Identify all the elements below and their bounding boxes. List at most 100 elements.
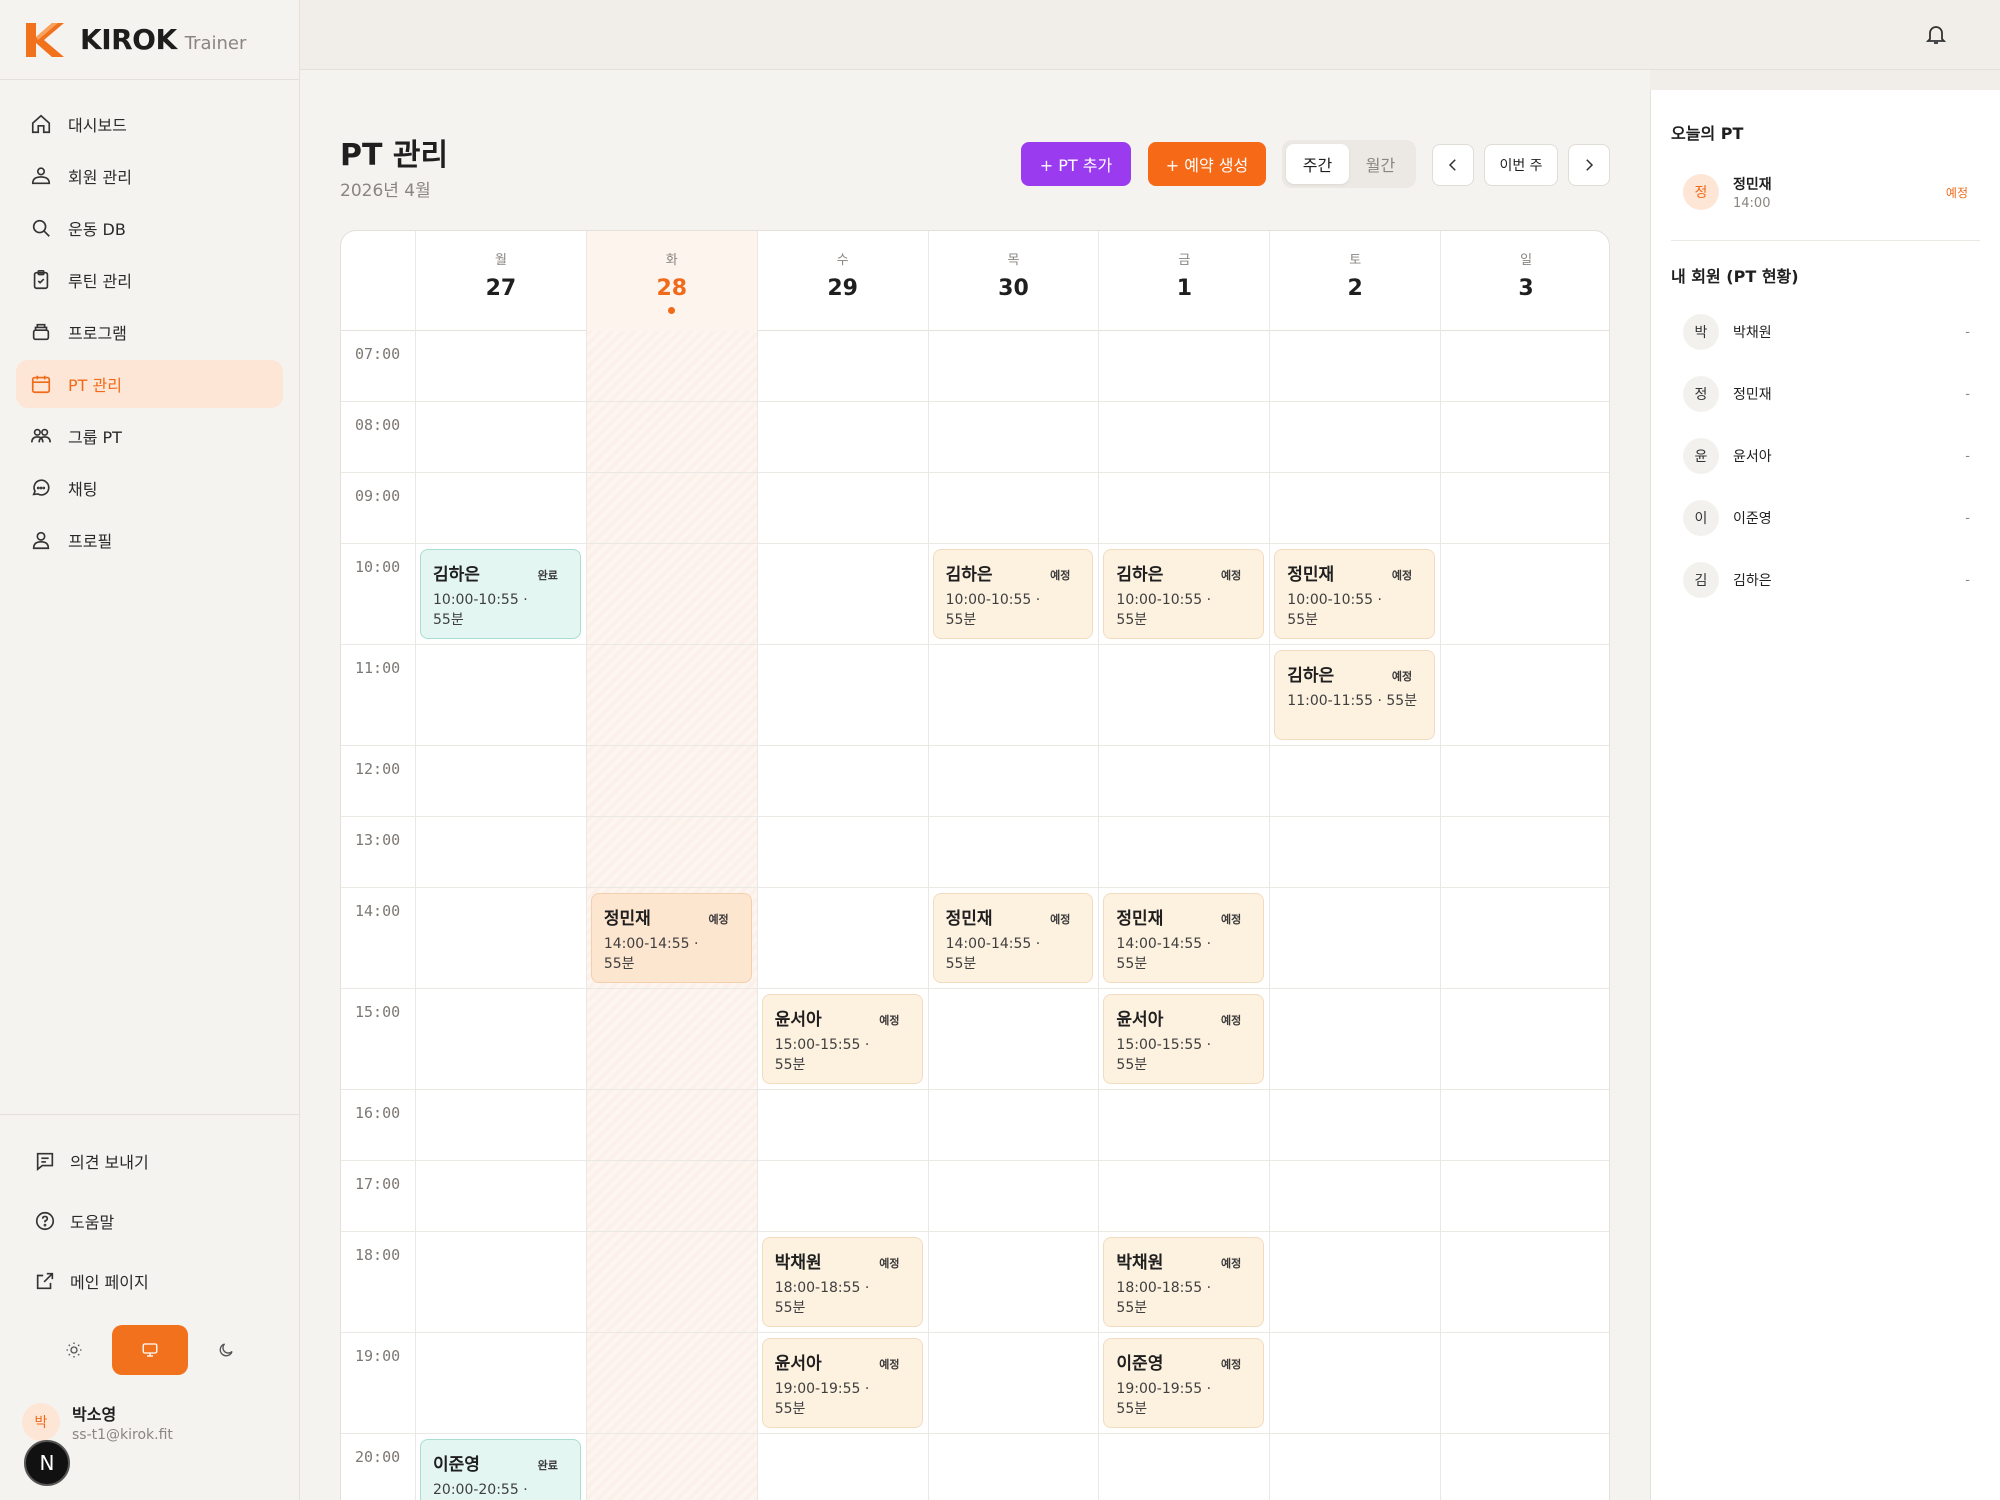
view-toggle: 주간 월간 [1282, 140, 1416, 188]
divider [1671, 240, 1980, 241]
home-icon [31, 114, 51, 134]
nav-item-routines[interactable]: 루틴 관리 [16, 256, 283, 304]
hour-label: 18:00 [355, 1246, 401, 1264]
group-icon [31, 428, 51, 443]
hour-label: 09:00 [355, 487, 401, 505]
member-list-item[interactable]: 김 김하은 - [1671, 549, 1980, 611]
pt-session-card[interactable]: 정민재 예정 14:00-14:55 · 55분 [932, 893, 1094, 983]
chat-icon [32, 479, 50, 496]
tab-monthly[interactable]: 월간 [1349, 144, 1412, 184]
status-badge: 예정 [1391, 670, 1413, 683]
theme-system-button[interactable] [112, 1325, 188, 1375]
member-list-item[interactable]: 정 정민재 - [1671, 363, 1980, 425]
pt-session-card[interactable]: 박채원 예정 18:00-18:55 · 55분 [761, 1237, 923, 1327]
day-header[interactable]: 목 30 [927, 231, 1099, 331]
session-duration: 55분 [1116, 1401, 1148, 1417]
session-time-range: 10:00-10:55 · [945, 592, 1041, 608]
nav-item-group-pt[interactable]: 그룹 PT [16, 412, 283, 460]
nav-item-chat[interactable]: 채팅 [16, 464, 283, 512]
member-list-item[interactable]: 윤 윤서아 - [1671, 425, 1980, 487]
day-header[interactable]: 금 1 [1098, 231, 1269, 331]
search-icon [32, 219, 50, 237]
sidebar: KIROK Trainer 대시보드 회원 관리 운동 DB 루틴 관리 프로그… [0, 0, 300, 1500]
today-pt-name: 정민재 [1733, 176, 1772, 193]
hour-label: 16:00 [355, 1104, 401, 1122]
pt-session-card[interactable]: 이준영 완료 20:00-20:55 ·55분 [420, 1439, 581, 1500]
help-link[interactable]: 도움말 [22, 1191, 278, 1251]
session-duration: 55분 [774, 1300, 806, 1316]
day-number: 29 [827, 276, 858, 301]
hour-label: 10:00 [355, 558, 401, 576]
day-header[interactable]: 화 28 [585, 231, 757, 331]
feedback-link[interactable]: 의견 보내기 [22, 1131, 278, 1191]
day-header[interactable]: 수 29 [756, 231, 928, 331]
day-number: 28 [656, 276, 688, 301]
day-number: 3 [1518, 276, 1534, 301]
nav-item-programs[interactable]: 프로그램 [16, 308, 283, 356]
session-duration: 55분 [945, 956, 977, 972]
pt-session-card[interactable]: 김하은 예정 10:00-10:55 · 55분 [1103, 549, 1265, 639]
brand-logo[interactable]: KIROK Trainer [0, 0, 299, 80]
pt-session-card[interactable]: 김하은 예정 11:00-11:55 · 55분 [1274, 650, 1436, 740]
chevron-left-icon [1448, 159, 1456, 171]
right-panel: 오늘의 PT 정 정민재 14:00 예정 내 회원 (PT 현황) 박 박채원… [1650, 90, 2000, 1500]
main-page-link[interactable]: 메인 페이지 [22, 1251, 278, 1311]
pt-session-card[interactable]: 정민재 예정 14:00-14:55 · 55분 [590, 893, 752, 983]
pt-session-card[interactable]: 김하은 완료 10:00-10:55 · 55분 [420, 549, 581, 639]
day-header[interactable]: 일 3 [1440, 231, 1609, 331]
day-number: 2 [1347, 276, 1363, 301]
pt-session-card[interactable]: 정민재 예정 14:00-14:55 · 55분 [1103, 893, 1265, 983]
pt-session-card[interactable]: 윤서아 예정 15:00-15:55 · 55분 [1103, 994, 1265, 1084]
session-duration: 55분 [433, 612, 464, 628]
nav-item-profile[interactable]: 프로필 [16, 516, 283, 564]
tab-weekly[interactable]: 주간 [1286, 144, 1349, 184]
dev-tools-badge[interactable]: N [24, 1440, 70, 1486]
pt-session-card[interactable]: 윤서아 예정 19:00-19:55 · 55분 [761, 1338, 923, 1428]
pt-session-card[interactable]: 김하은 예정 10:00-10:55 · 55분 [932, 549, 1094, 639]
stack-icon [32, 323, 50, 341]
hour-row: 15:00 [341, 989, 1609, 1090]
hour-row: 17:00 [341, 1161, 1609, 1232]
hour-row: 07:00 [341, 331, 1609, 402]
pt-session-card[interactable]: 정민재 예정 10:00-10:55 · 55분 [1274, 549, 1436, 639]
day-header[interactable]: 월 27 [415, 231, 586, 331]
hour-label: 13:00 [355, 831, 401, 849]
pt-session-card[interactable]: 윤서아 예정 15:00-15:55 · 55분 [761, 994, 923, 1084]
session-time-range: 10:00-10:55 · [1287, 592, 1382, 608]
nav-item-pt[interactable]: PT 관리 [16, 360, 283, 408]
member-list-item[interactable]: 박 박채원 - [1671, 301, 1980, 363]
day-label: 수 [836, 253, 849, 268]
this-week-button[interactable]: 이번 주 [1484, 144, 1558, 186]
bell-icon[interactable] [1924, 22, 1948, 46]
member-list-item[interactable]: 이 이준영 - [1671, 487, 1980, 549]
session-time-range: 19:00-19:55 · [774, 1381, 870, 1397]
nav-label: 대시보드 [68, 116, 127, 135]
theme-light-button[interactable] [36, 1325, 112, 1375]
day-label: 월 [494, 253, 507, 268]
today-pt-title: 오늘의 PT [1671, 124, 1744, 143]
avatar: 박 [1683, 314, 1719, 350]
user-card[interactable]: 박 박소영 ss-t1@kirok.fit [22, 1401, 278, 1443]
status-badge: 예정 [1221, 1014, 1242, 1027]
session-time: 10:00-10:55 · 55분 [433, 590, 568, 630]
week-calendar: 월 27 화 28 수 29 목 30 금 1토 2일 3 07:00 08:00 09:0… [340, 230, 1610, 1500]
day-header[interactable]: 토 2 [1269, 231, 1440, 331]
create-booking-button[interactable]: + 예약 생성 [1148, 142, 1266, 186]
prev-week-button[interactable] [1432, 144, 1474, 186]
session-time: 19:00-19:55 · 55분 [775, 1379, 910, 1419]
next-week-button[interactable] [1568, 144, 1610, 186]
pt-session-card[interactable]: 박채원 예정 18:00-18:55 · 55분 [1103, 1237, 1265, 1327]
add-pt-button[interactable]: + PT 추가 [1021, 142, 1131, 186]
day-number: 27 [485, 276, 517, 301]
member-pt-count: - [1965, 324, 1970, 340]
today-pt-item[interactable]: 정 정민재 14:00 예정 [1671, 170, 1980, 214]
session-time-range: 15:00-15:55 · [1116, 1037, 1212, 1053]
hour-label: 12:00 [355, 760, 401, 778]
nav-item-exercise-db[interactable]: 운동 DB [16, 204, 283, 252]
pt-session-card[interactable]: 이준영 예정 19:00-19:55 · 55분 [1103, 1338, 1265, 1428]
nav-item-members[interactable]: 회원 관리 [16, 152, 283, 200]
theme-dark-button[interactable] [188, 1325, 264, 1375]
topbar [300, 0, 2000, 70]
session-time: 14:00-14:55 · 55분 [1116, 934, 1251, 974]
nav-item-dashboard[interactable]: 대시보드 [16, 100, 283, 148]
